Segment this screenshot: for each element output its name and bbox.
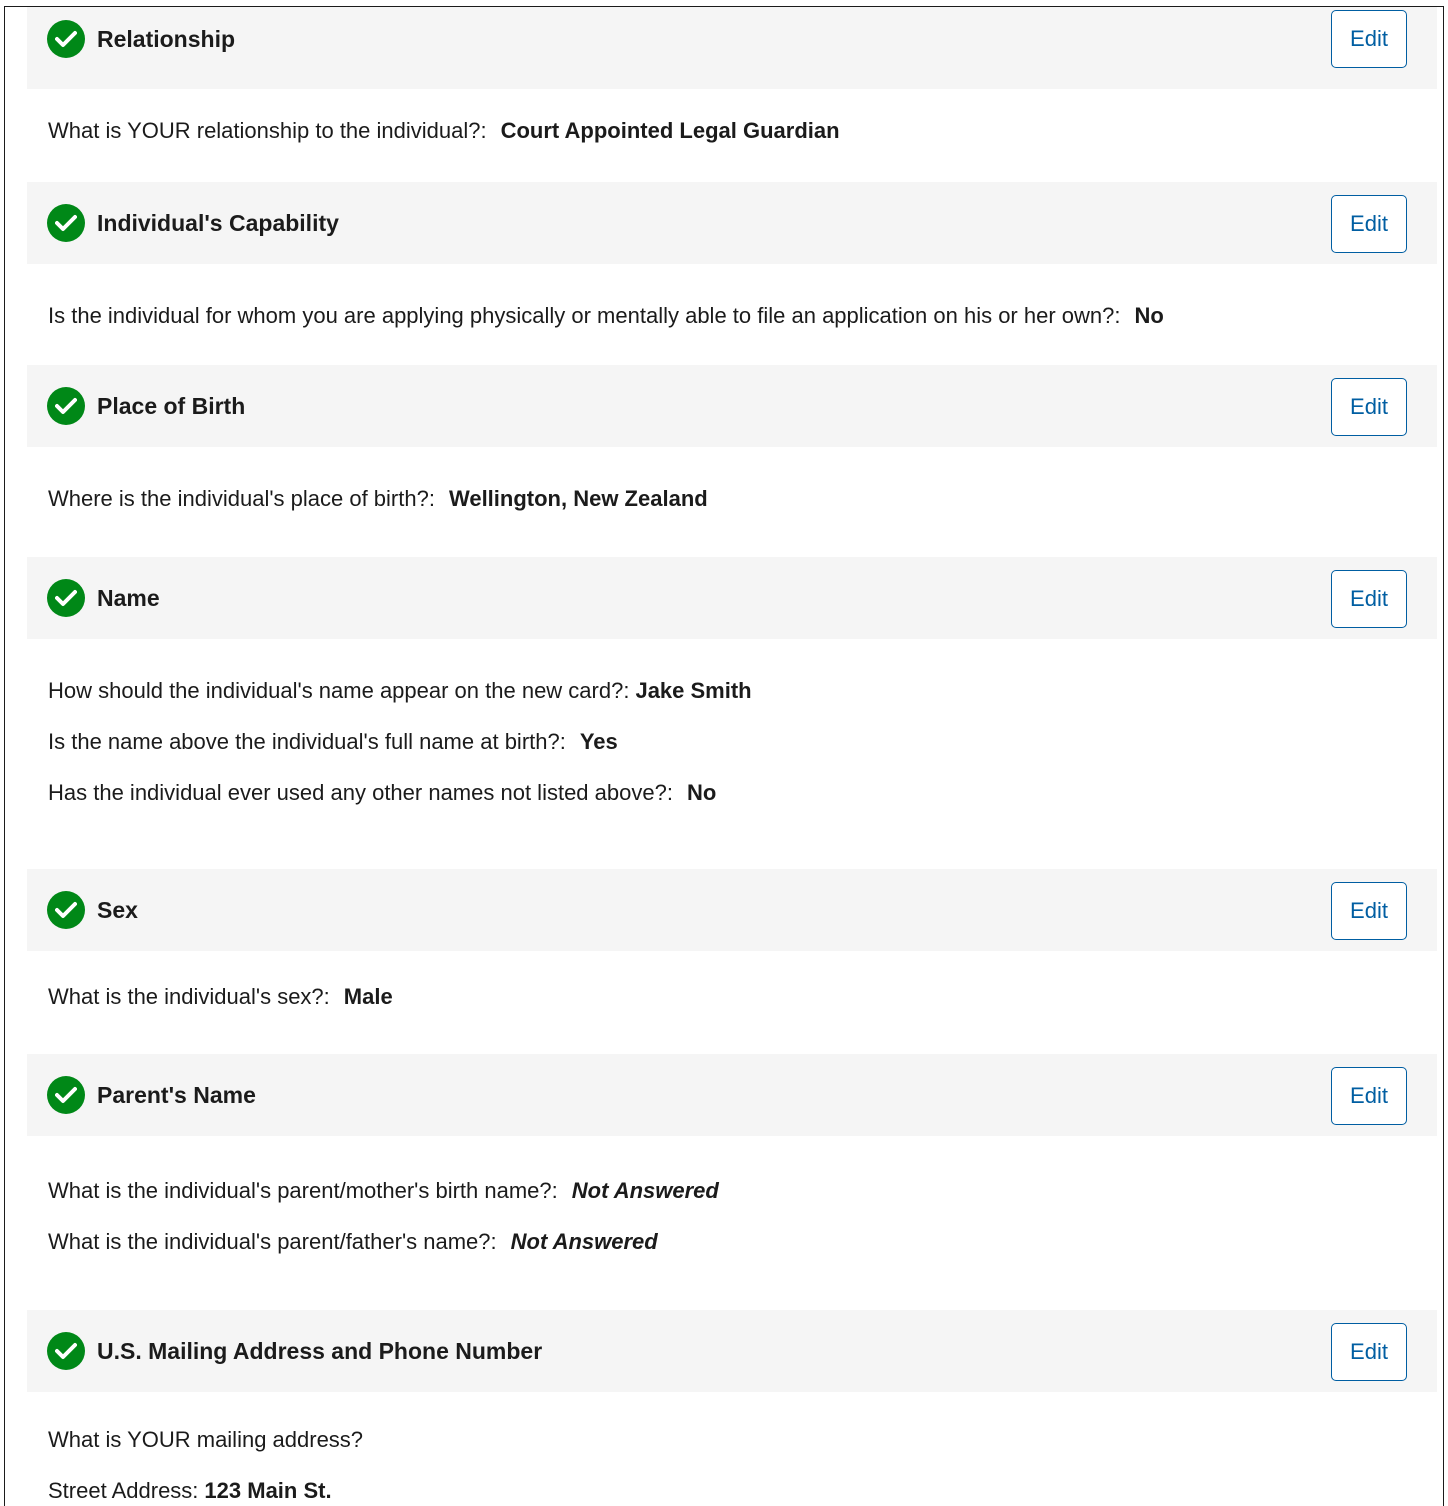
question-label: Street Address: — [48, 1478, 199, 1503]
section-header-capability: Individual's Capability Edit — [27, 182, 1437, 264]
question-label: How should the individual's name appear … — [48, 678, 630, 703]
review-page: Relationship Edit What is YOUR relations… — [4, 6, 1444, 1506]
answer-row: Street Address: 123 Main St. — [48, 1478, 332, 1504]
question-label: What is the individual's parent/father's… — [48, 1229, 497, 1254]
answer-row: Is the individual for whom you are apply… — [48, 303, 1164, 329]
edit-place-of-birth-button[interactable]: Edit — [1331, 378, 1407, 436]
answer-row: What is the individual's sex?: Male — [48, 984, 393, 1010]
section-header-relationship: Relationship Edit — [27, 7, 1437, 89]
answer-value: Yes — [579, 729, 618, 754]
question-label: What is the individual's parent/mother's… — [48, 1178, 558, 1203]
answer-value: Wellington, New Zealand — [448, 486, 708, 511]
answer-row: How should the individual's name appear … — [48, 678, 752, 704]
answer-value: Jake Smith — [635, 678, 752, 703]
section-title: U.S. Mailing Address and Phone Number — [97, 1338, 543, 1364]
answer-row: Has the individual ever used any other n… — [48, 780, 716, 806]
section-header-name: Name Edit — [27, 557, 1437, 639]
answer-row: Where is the individual's place of birth… — [48, 486, 708, 512]
question-label: Has the individual ever used any other n… — [48, 780, 673, 805]
section-title: Relationship — [97, 26, 236, 52]
section-title: Parent's Name — [97, 1082, 256, 1108]
question-label: What is YOUR relationship to the individ… — [48, 118, 487, 143]
check-circle-icon — [47, 579, 85, 617]
section-title: Name — [97, 585, 160, 611]
check-circle-icon — [47, 20, 85, 58]
answer-row: What is the individual's parent/father's… — [48, 1229, 658, 1255]
check-circle-icon — [47, 387, 85, 425]
edit-mailing-address-button[interactable]: Edit — [1331, 1323, 1407, 1381]
section-title: Sex — [97, 897, 138, 923]
section-header-sex: Sex Edit — [27, 869, 1437, 951]
answer-value: Court Appointed Legal Guardian — [500, 118, 840, 143]
check-circle-icon — [47, 1332, 85, 1370]
question-label: Is the name above the individual's full … — [48, 729, 566, 754]
answer-row: What is YOUR mailing address? — [48, 1427, 363, 1453]
section-header-place-of-birth: Place of Birth Edit — [27, 365, 1437, 447]
section-title: Place of Birth — [97, 393, 246, 419]
answer-value: No — [1134, 303, 1164, 328]
edit-capability-button[interactable]: Edit — [1331, 195, 1407, 253]
section-header-parents-name: Parent's Name Edit — [27, 1054, 1437, 1136]
edit-parents-name-button[interactable]: Edit — [1331, 1067, 1407, 1125]
answer-value: No — [686, 780, 717, 805]
section-title: Individual's Capability — [97, 210, 339, 236]
answer-row: Is the name above the individual's full … — [48, 729, 618, 755]
section-header-mailing-address: U.S. Mailing Address and Phone Number Ed… — [27, 1310, 1437, 1392]
question-label: Where is the individual's place of birth… — [48, 486, 435, 511]
edit-name-button[interactable]: Edit — [1331, 570, 1407, 628]
edit-relationship-button[interactable]: Edit — [1331, 10, 1407, 68]
answer-value: Not Answered — [571, 1178, 719, 1203]
answer-row: What is the individual's parent/mother's… — [48, 1178, 719, 1204]
check-circle-icon — [47, 891, 85, 929]
question-label: What is YOUR mailing address? — [48, 1427, 364, 1452]
edit-sex-button[interactable]: Edit — [1331, 882, 1407, 940]
answer-value: Not Answered — [510, 1229, 658, 1254]
check-circle-icon — [47, 1076, 85, 1114]
question-label: Is the individual for whom you are apply… — [48, 303, 1121, 328]
answer-row: What is YOUR relationship to the individ… — [48, 118, 840, 144]
answer-value: Male — [343, 984, 393, 1009]
question-label: What is the individual's sex?: — [48, 984, 330, 1009]
check-circle-icon — [47, 204, 85, 242]
answer-value: 123 Main St. — [204, 1478, 332, 1503]
